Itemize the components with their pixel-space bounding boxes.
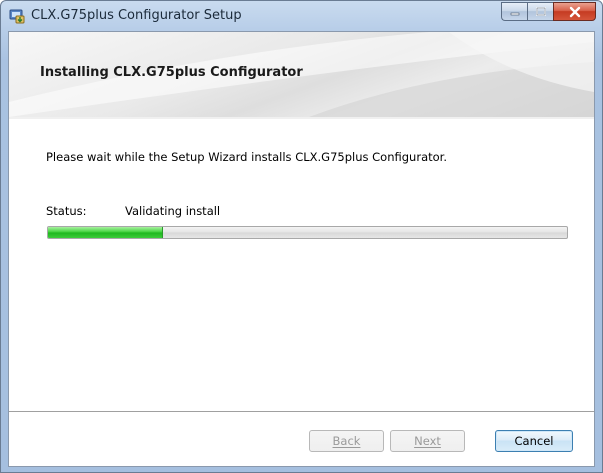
maximize-icon bbox=[535, 6, 546, 16]
back-button[interactable]: Back bbox=[309, 430, 384, 452]
cancel-button-label: Cancel bbox=[514, 434, 554, 448]
banner-divider bbox=[9, 117, 594, 119]
installer-icon[interactable] bbox=[9, 8, 25, 24]
window-title: CLX.G75plus Configurator Setup bbox=[31, 8, 242, 23]
minimize-button[interactable] bbox=[501, 2, 527, 21]
cancel-button[interactable]: Cancel bbox=[495, 430, 573, 452]
progress-bar-fill bbox=[48, 227, 164, 238]
maximize-button[interactable] bbox=[527, 2, 553, 21]
banner-title: Installing CLX.G75plus Configurator bbox=[40, 65, 303, 80]
next-button-label: Next bbox=[414, 434, 441, 448]
install-progress-bar bbox=[47, 226, 568, 239]
close-button[interactable] bbox=[553, 2, 596, 21]
footer-separator bbox=[9, 411, 594, 413]
next-button[interactable]: Next bbox=[390, 430, 465, 452]
close-icon bbox=[569, 6, 580, 17]
setup-window: CLX.G75plus Configurator Setup Installin… bbox=[0, 0, 603, 473]
minimize-icon bbox=[510, 12, 519, 15]
caption-buttons bbox=[501, 2, 596, 22]
status-value: Validating install bbox=[125, 204, 221, 218]
title-bar[interactable]: CLX.G75plus Configurator Setup bbox=[1, 1, 602, 31]
wizard-client-area: Installing CLX.G75plus Configurator Plea… bbox=[8, 31, 595, 467]
wizard-banner: Installing CLX.G75plus Configurator bbox=[9, 32, 594, 118]
back-button-label: Back bbox=[332, 434, 361, 448]
status-label: Status: bbox=[46, 204, 87, 218]
install-description: Please wait while the Setup Wizard insta… bbox=[46, 150, 447, 164]
